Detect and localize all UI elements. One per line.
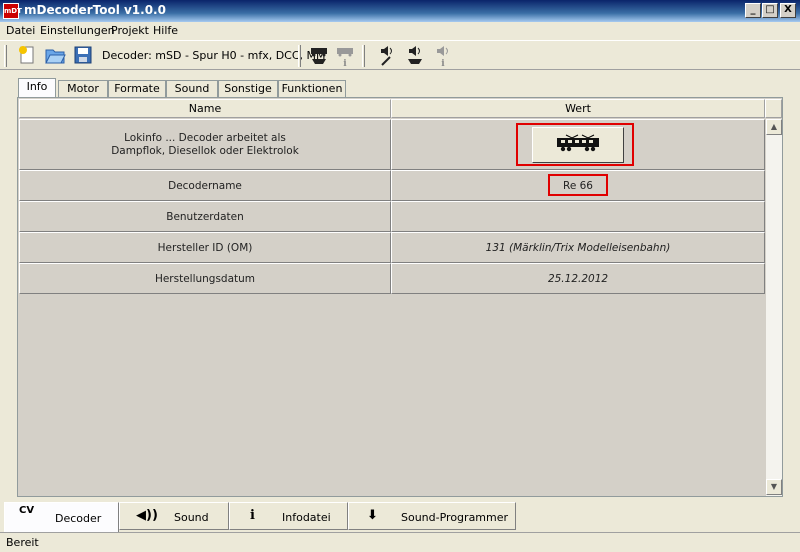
row-hersteller-value: 131 (Märklin/Trix Modelleisenbahn) [391,232,765,263]
sound-info-icon[interactable]: i [432,45,454,69]
tab-info[interactable]: Info [18,78,56,98]
highlight-loco-button [516,123,634,166]
column-header-name[interactable]: Name [19,99,391,118]
info-icon: i [250,508,255,523]
window-title: mDecoderTool v1.0.0 [24,3,166,17]
scroll-up-icon[interactable]: ▲ [766,119,782,135]
svg-text:i: i [343,59,347,67]
row-hersteller-name: Hersteller ID (OM) [19,232,391,263]
vertical-scrollbar[interactable]: ▲ ▼ [765,119,782,496]
info-panel: Name Wert Lokinfo ... Decoder arbeitet a… [17,97,783,497]
menu-datei[interactable]: Datei [6,24,35,37]
tab-motor[interactable]: Motor [58,80,108,98]
table-row: Herstellungsdatum 25.12.2012 [19,263,765,294]
tab-sound[interactable]: Sound [166,80,218,98]
column-header-value[interactable]: Wert [391,99,765,118]
row-decodername-name: Decodername [19,170,391,201]
app-icon: mDT [3,3,22,19]
column-header-filler [765,99,782,118]
row-benutzerdaten-name: Benutzerdaten [19,201,391,232]
menu-einstellungen[interactable]: Einstellungen [40,24,115,37]
toolbar: Decoder: mSD - Spur H0 - mfx, DCC, MM i … [0,40,800,70]
new-file-icon[interactable] [16,45,38,67]
table-row: Benutzerdaten [19,201,765,232]
highlight-decodername [548,174,608,196]
table-row: Lokinfo ... Decoder arbeitet als Dampflo… [19,119,765,170]
tab-sound-mode[interactable]: ◀)) Sound [119,502,229,530]
sound-read-icon[interactable] [404,45,426,67]
minimize-button[interactable]: _ [745,3,761,18]
toolbar-grip[interactable] [4,45,7,67]
tab-decoder-label: Decoder [55,512,102,525]
row-benutzerdaten-value[interactable] [391,201,765,232]
close-button[interactable]: X [780,3,796,18]
table-row: Decodername Re 66 [19,170,765,201]
tab-funktionen[interactable]: Funktionen [278,80,346,98]
download-icon: ⬇ [367,508,378,523]
row-lokinfo-name: Lokinfo ... Decoder arbeitet als Dampflo… [19,119,391,170]
row-herstellungsdatum-value: 25.12.2012 [391,263,765,294]
open-folder-icon[interactable] [44,45,66,67]
menu-projekt[interactable]: Projekt [111,24,149,37]
scroll-down-icon[interactable]: ▼ [766,479,782,495]
tab-infodatei[interactable]: i Infodatei [229,502,348,530]
decoder-info-label: Decoder: mSD - Spur H0 - mfx, DCC, MM [102,49,326,62]
menu-bar: Datei Einstellungen Projekt Hilfe [0,22,800,40]
title-bar: mDT mDecoderTool v1.0.0 _ □ X [0,0,800,22]
toolbar-separator [298,45,301,67]
row-herstellungsdatum-name: Herstellungsdatum [19,263,391,294]
tab-infodatei-label: Infodatei [282,511,331,524]
cv-loco-icon: CV [19,505,35,516]
mode-tabs: CV Decoder ◀)) Sound i Infodatei ⬇ Sound… [0,502,800,532]
grid-header: Name Wert [19,99,782,118]
maximize-button[interactable]: □ [762,3,778,18]
status-text: Bereit [6,536,39,549]
save-icon[interactable] [72,45,94,67]
toolbar-separator-2 [362,45,365,67]
loco-info-icon[interactable]: i [334,45,356,69]
loco-read-icon[interactable] [308,45,330,67]
sound-write-icon[interactable] [376,45,398,67]
svg-text:i: i [441,59,445,67]
tab-formate[interactable]: Formate [108,80,166,98]
tab-sound-programmer[interactable]: ⬇ Sound-Programmer [348,502,516,530]
tab-sound-programmer-label: Sound-Programmer [401,511,509,524]
table-row: Hersteller ID (OM) 131 (Märklin/Trix Mod… [19,232,765,263]
tab-decoder[interactable]: CV Decoder [4,502,119,532]
tab-sonstige[interactable]: Sonstige [218,80,278,98]
status-bar: Bereit [0,532,800,552]
tab-sound-label: Sound [174,511,209,524]
speaker-icon: ◀)) [136,508,158,523]
menu-hilfe[interactable]: Hilfe [153,24,178,37]
